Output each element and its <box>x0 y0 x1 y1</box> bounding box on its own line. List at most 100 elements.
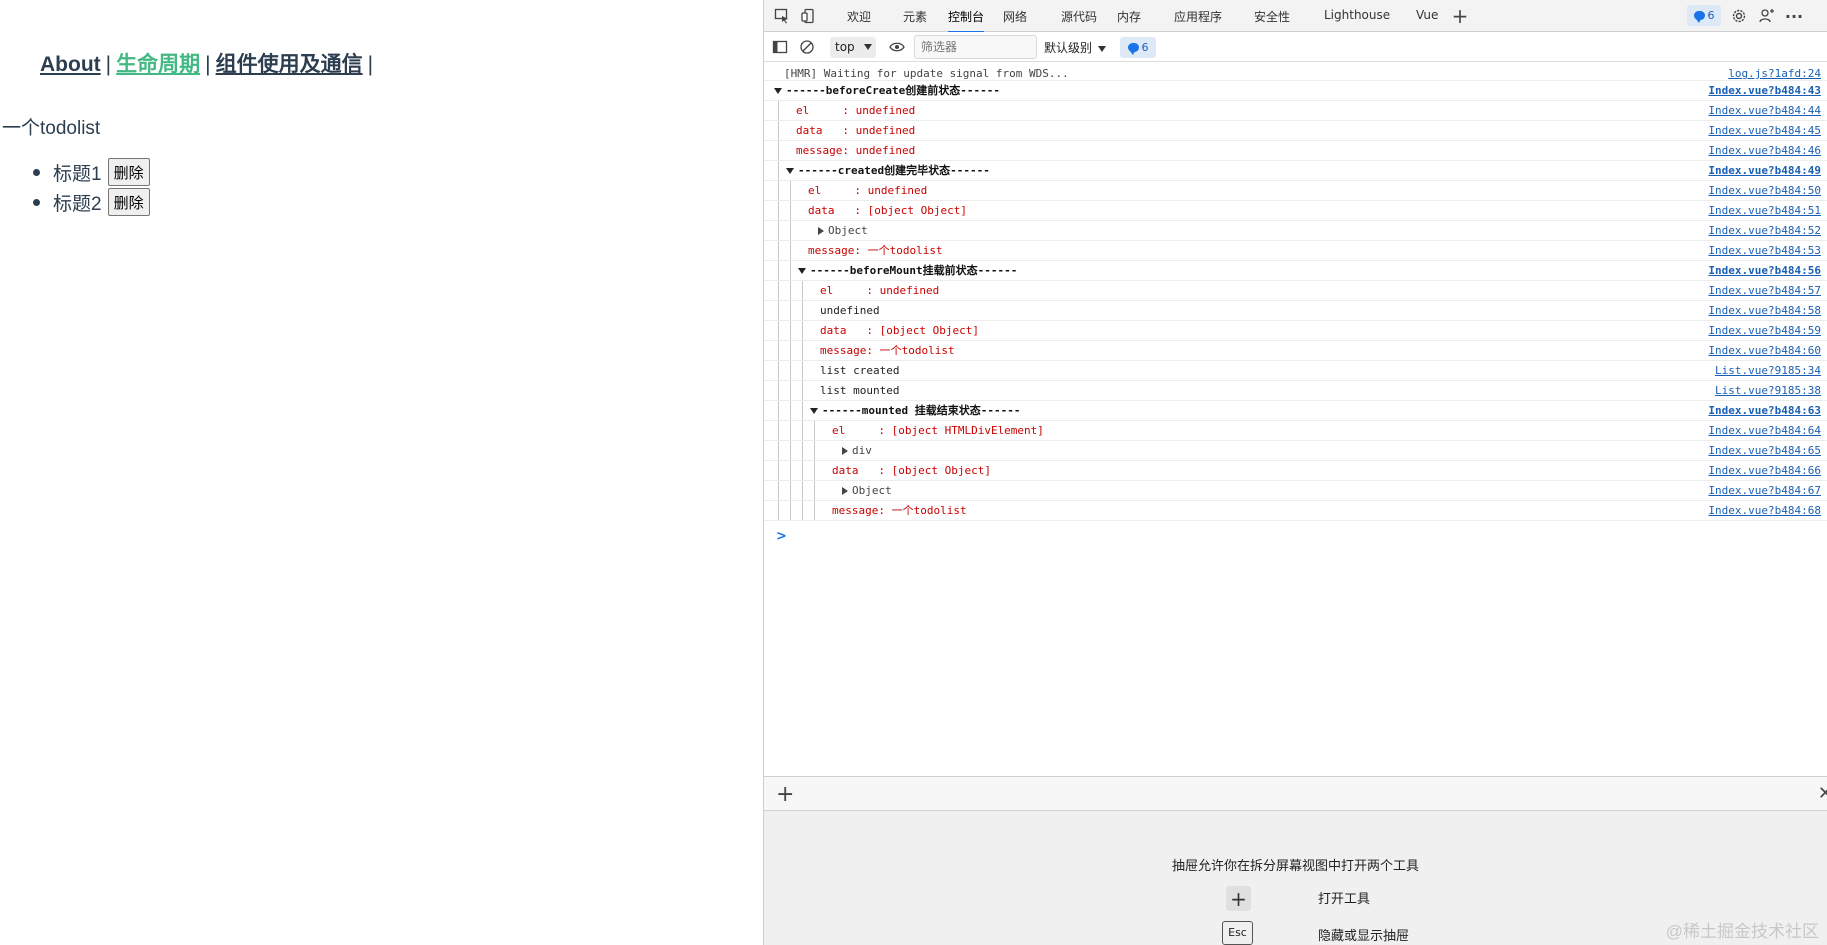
console-log-row: data : [object Object] Index.vue?b484:66 <box>764 461 1827 481</box>
tab-application[interactable]: 应用程序 <box>1174 8 1222 25</box>
source-link[interactable]: Index.vue?b484:67 <box>1708 481 1821 500</box>
gear-icon[interactable] <box>1729 6 1749 26</box>
nav-separator: | <box>367 53 374 76</box>
source-link[interactable]: Index.vue?b484:53 <box>1708 241 1821 260</box>
source-link[interactable]: Index.vue?b484:49 <box>1708 161 1821 180</box>
group-guide-line <box>778 101 779 120</box>
delete-button[interactable]: 删除 <box>107 158 150 186</box>
device-toolbar-icon[interactable] <box>799 6 819 26</box>
nav-link-about[interactable]: About <box>40 53 101 76</box>
group-guide-line <box>790 221 791 240</box>
group-guide-line <box>790 321 791 340</box>
source-link[interactable]: Index.vue?b484:64 <box>1708 421 1821 440</box>
more-tabs-plus-icon[interactable]: + <box>1450 4 1470 28</box>
console-log-row[interactable]: Object Index.vue?b484:52 <box>764 221 1827 241</box>
console-message: el : undefined <box>796 101 915 120</box>
console-log-row[interactable]: Object Index.vue?b484:67 <box>764 481 1827 501</box>
nav-separator: | <box>105 53 112 76</box>
clear-console-icon[interactable] <box>797 37 817 57</box>
console-message-text: data : [object Object] <box>832 464 991 477</box>
source-link[interactable]: Index.vue?b484:57 <box>1708 281 1821 300</box>
console-log-row[interactable]: div Index.vue?b484:65 <box>764 441 1827 461</box>
group-guide-line <box>778 461 779 480</box>
console-prompt-icon[interactable]: > <box>776 529 787 544</box>
expand-right-icon[interactable] <box>842 447 848 455</box>
tab-elements[interactable]: 元素 <box>903 8 927 25</box>
console-group-header[interactable]: ------created创建完毕状态------ Index.vue?b484:… <box>764 161 1827 181</box>
console-log-row: list mounted List.vue?9185:38 <box>764 381 1827 401</box>
source-link[interactable]: Index.vue?b484:43 <box>1708 81 1821 100</box>
tab-network[interactable]: 网络 <box>1003 8 1027 25</box>
nav-link-components[interactable]: 组件使用及通信 <box>216 53 363 76</box>
issues-count: 6 <box>1141 41 1149 54</box>
source-link[interactable]: Index.vue?b484:60 <box>1708 341 1821 360</box>
tab-memory[interactable]: 内存 <box>1117 8 1141 25</box>
chevron-down-icon <box>864 44 872 50</box>
issues-button[interactable]: 6 <box>1120 37 1156 58</box>
source-link[interactable]: Index.vue?b484:58 <box>1708 301 1821 320</box>
close-icon[interactable]: ✕ <box>1818 783 1827 804</box>
group-guide-line <box>790 421 791 440</box>
group-guide-line <box>778 501 779 520</box>
tab-vue[interactable]: Vue <box>1416 8 1438 22</box>
expand-down-icon[interactable] <box>786 168 794 174</box>
customize-icon[interactable] <box>1757 6 1777 26</box>
source-link[interactable]: Index.vue?b484:51 <box>1708 201 1821 220</box>
console-group-header[interactable]: ------mounted 挂载结束状态------ Index.vue?b484… <box>764 401 1827 421</box>
console-message-text: message: 一个todolist <box>820 344 955 357</box>
source-link[interactable]: List.vue?9185:38 <box>1715 381 1821 400</box>
tab-security[interactable]: 安全性 <box>1254 8 1290 25</box>
log-levels-select[interactable]: 默认级别 <box>1044 39 1107 56</box>
console-group-header[interactable]: ------beforeMount挂载前状态------ Index.vue?b4… <box>764 261 1827 281</box>
group-guide-line <box>778 321 779 340</box>
source-link[interactable]: Index.vue?b484:56 <box>1708 261 1821 280</box>
group-guide-line <box>790 481 791 500</box>
drawer-hint: 抽屉允许你在拆分屏幕视图中打开两个工具 <box>1171 859 1419 874</box>
expand-down-icon[interactable] <box>774 88 782 94</box>
group-guide-line <box>778 121 779 140</box>
context-select[interactable]: top <box>830 37 876 58</box>
tab-console[interactable]: 控制台 <box>948 8 985 33</box>
filter-input[interactable] <box>914 35 1037 59</box>
tab-sources[interactable]: 源代码 <box>1061 8 1097 25</box>
console-message: ------mounted 挂载结束状态------ <box>810 401 1020 420</box>
source-link[interactable]: Index.vue?b484:44 <box>1708 101 1821 120</box>
delete-button[interactable]: 删除 <box>107 188 150 216</box>
source-link[interactable]: Index.vue?b484:63 <box>1708 401 1821 420</box>
source-link[interactable]: Index.vue?b484:65 <box>1708 441 1821 460</box>
plus-icon[interactable]: + <box>1226 886 1251 911</box>
source-link[interactable]: Index.vue?b484:45 <box>1708 121 1821 140</box>
group-guide-line <box>778 221 779 240</box>
context-value: top <box>835 40 855 54</box>
group-guide-line <box>814 481 815 500</box>
expand-down-icon[interactable] <box>810 408 818 414</box>
source-link[interactable]: List.vue?9185:34 <box>1715 361 1821 380</box>
add-drawer-tool-icon[interactable]: + <box>776 782 794 807</box>
console-group-header[interactable]: ------beforeCreate创建前状态------ Index.vue?b… <box>764 81 1827 101</box>
expand-right-icon[interactable] <box>818 227 824 235</box>
source-link[interactable]: Index.vue?b484:50 <box>1708 181 1821 200</box>
open-tool-label[interactable]: 打开工具 <box>1318 888 1370 907</box>
tab-welcome[interactable]: 欢迎 <box>847 8 871 25</box>
message-icon <box>1693 11 1705 23</box>
group-guide-line <box>778 301 779 320</box>
source-link[interactable]: Index.vue?b484:66 <box>1708 461 1821 480</box>
eye-icon[interactable] <box>887 37 907 57</box>
issues-badge[interactable]: 6 <box>1687 5 1721 26</box>
message-icon <box>1127 43 1139 55</box>
sidebar-toggle-icon[interactable] <box>770 37 790 57</box>
console-message-text: data : [object Object] <box>820 324 979 337</box>
source-link[interactable]: Index.vue?b484:46 <box>1708 141 1821 160</box>
group-guide-line <box>802 361 803 380</box>
inspect-element-icon[interactable] <box>772 6 792 26</box>
expand-down-icon[interactable] <box>798 268 806 274</box>
nav-link-lifecycle[interactable]: 生命周期 <box>116 53 200 76</box>
source-link[interactable]: Index.vue?b484:52 <box>1708 221 1821 240</box>
source-link[interactable]: Index.vue?b484:59 <box>1708 321 1821 340</box>
console-message-text: message: 一个todolist <box>832 504 967 517</box>
tab-lighthouse[interactable]: Lighthouse <box>1324 8 1390 22</box>
source-link[interactable]: Index.vue?b484:68 <box>1708 501 1821 520</box>
more-options-icon[interactable]: ··· <box>1784 6 1804 26</box>
expand-right-icon[interactable] <box>842 487 848 495</box>
group-guide-line <box>790 441 791 460</box>
